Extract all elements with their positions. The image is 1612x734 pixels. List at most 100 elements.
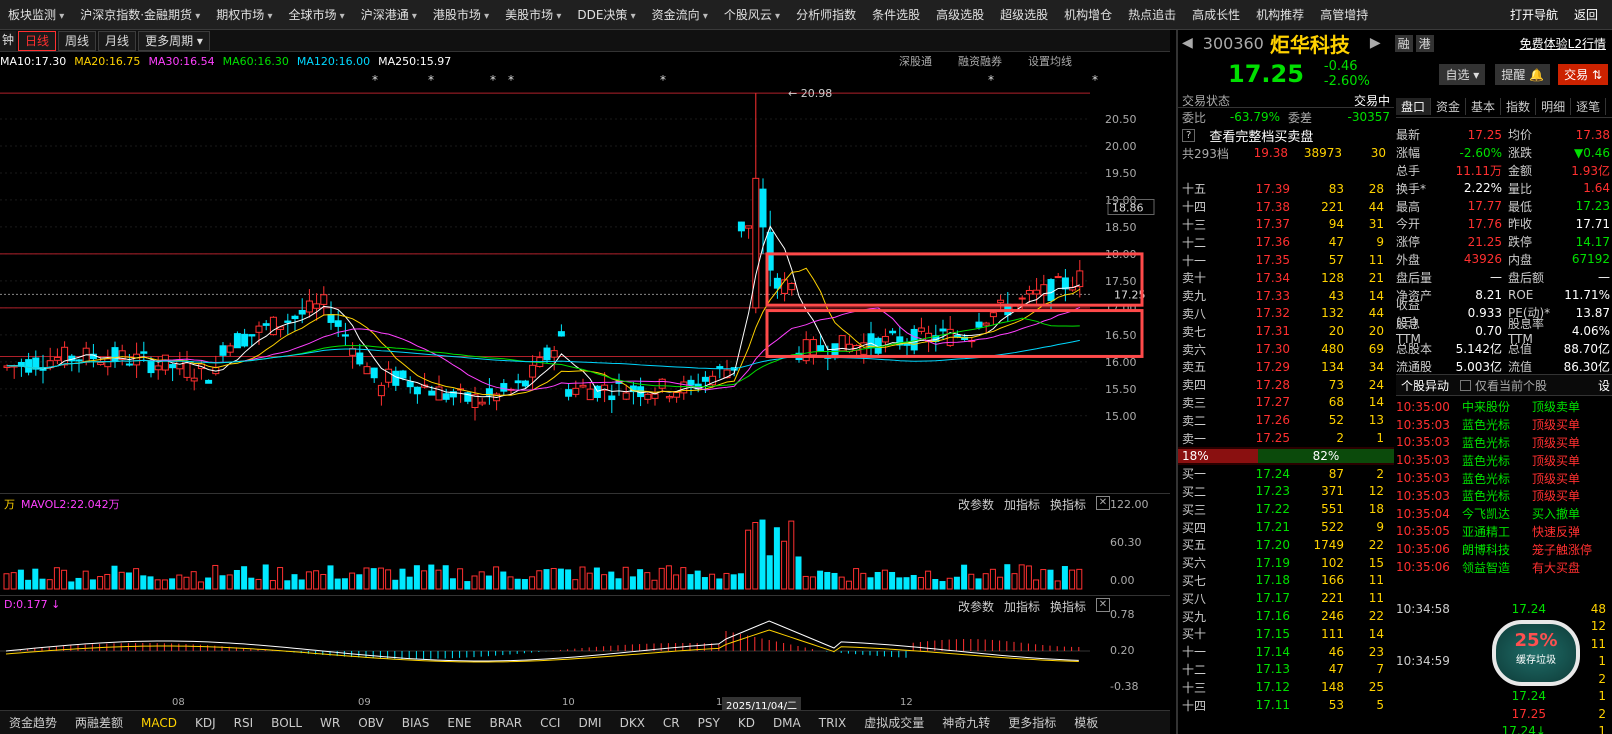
menu-item-2[interactable]: 期权市场 [208,0,280,29]
indicator-tab-20[interactable]: 神奇九转 [933,714,999,731]
quote-tab-4[interactable]: 明细 [1536,98,1572,115]
alert-row[interactable]: 10:35:00 中来股份 顶级卖单 [1396,398,1612,416]
menu-item-16[interactable]: 高成长性 [1184,0,1248,29]
menu-item-15[interactable]: 热点追击 [1120,0,1184,29]
full-book-link[interactable]: 查看完整档买卖盘 [1209,126,1313,145]
full-book-row[interactable]: ? 查看完整档买卖盘 [1178,126,1394,145]
indicator-tab-2[interactable]: MACD [132,716,186,730]
alert-row[interactable]: 10:35:06 朗博科技 笼子触涨停 [1396,540,1612,558]
menu-item-17[interactable]: 机构推荐 [1248,0,1312,29]
bid-row[interactable]: 买三 17.22 551 18 [1178,500,1394,518]
indicator-tab-7[interactable]: OBV [349,716,393,730]
alert-row[interactable]: 10:35:03 蓝色光标 顶级买单 [1396,416,1612,434]
ask-row[interactable]: 卖二 17.26 52 13 [1178,411,1394,429]
vol-add-indicator-button[interactable]: 加指标 [1004,496,1040,513]
period-week-tab[interactable]: 周线 [58,30,97,51]
alert-button[interactable]: 提醒 🔔 [1495,63,1551,85]
menu-item-0[interactable]: 板块监测 [0,0,72,29]
menu-item-9[interactable]: 个股风云 [716,0,788,29]
close-icon[interactable]: ✕ [1096,496,1110,510]
ask-row[interactable]: 十一 17.35 57 11 [1178,251,1394,269]
bid-row[interactable]: 买六 17.19 102 15 [1178,554,1394,572]
close-icon[interactable]: ✕ [1096,598,1110,612]
bid-row[interactable]: 十二 17.13 47 7 [1178,661,1394,679]
indicator-tab-6[interactable]: WR [311,716,349,730]
alert-row[interactable]: 10:35:06 领益智造 有大买盘 [1396,558,1612,576]
menu-item-8[interactable]: 资金流向 [644,0,716,29]
indicator-tab-1[interactable]: 两融差额 [66,714,132,731]
menu-item-18[interactable]: 高管增持 [1312,0,1376,29]
indicator-tab-19[interactable]: 虚拟成交量 [855,714,933,731]
more-periods-dropdown[interactable]: 更多周期 ▾ [138,30,210,51]
vol-change-param-button[interactable]: 改参数 [958,496,994,513]
ask-row[interactable]: 十四 17.38 221 44 [1178,198,1394,216]
bid-row[interactable]: 买八 17.17 221 11 [1178,589,1394,607]
quote-tab-2[interactable]: 基本 [1466,98,1502,115]
trade-button[interactable]: 交易 ⇅ [1558,63,1608,85]
menu-item-4[interactable]: 沪深港通 [353,0,425,29]
ma-right-link-1[interactable]: 融资融券 [958,53,1002,69]
menu-item-13[interactable]: 超级选股 [992,0,1056,29]
menu-item-14[interactable]: 机构增仓 [1056,0,1120,29]
bid-row[interactable]: 买七 17.18 166 11 [1178,572,1394,590]
bid-row[interactable]: 十四 17.11 53 5 [1178,696,1394,714]
indicator-tab-16[interactable]: KD [729,716,764,730]
macd-change-param-button[interactable]: 改参数 [958,598,994,615]
indicator-tab-18[interactable]: TRIX [810,716,855,730]
alert-row[interactable]: 10:35:03 蓝色光标 顶级买单 [1396,434,1612,452]
bid-row[interactable]: 买一 17.24 87 2 [1178,465,1394,483]
bid-row[interactable]: 买五 17.20 1749 22 [1178,536,1394,554]
alerts-settings-button[interactable]: 设 [1598,377,1610,394]
indicator-tab-11[interactable]: CCI [531,716,569,730]
ask-row[interactable]: 卖四 17.28 73 24 [1178,376,1394,394]
vol-switch-indicator-button[interactable]: 换指标 [1050,496,1086,513]
bid-row[interactable]: 十三 17.12 148 25 [1178,678,1394,696]
quote-tab-3[interactable]: 指数 [1501,98,1537,115]
alert-row[interactable]: 10:35:03 蓝色光标 顶级买单 [1396,451,1612,469]
watchlist-dropdown[interactable]: 自选 ▾ [1439,63,1486,85]
ask-row[interactable]: 卖三 17.27 68 14 [1178,394,1394,412]
indicator-tab-9[interactable]: ENE [438,716,480,730]
indicator-tab-17[interactable]: DMA [764,716,810,730]
bid-row[interactable]: 十一 17.14 46 23 [1178,643,1394,661]
menu-item-11[interactable]: 条件选股 [864,0,928,29]
indicator-tab-5[interactable]: BOLL [262,716,311,730]
menu-item-6[interactable]: 美股市场 [497,0,569,29]
indicator-tab-14[interactable]: CR [654,716,689,730]
indicator-tab-8[interactable]: BIAS [393,716,439,730]
alert-row[interactable]: 10:35:04 今飞凯达 买入撤单 [1396,505,1612,523]
ask-row[interactable]: 卖九 17.33 43 14 [1178,287,1394,305]
ask-row[interactable]: 卖六 17.30 480 69 [1178,340,1394,358]
next-stock-icon[interactable]: ▶ [1370,35,1381,51]
alert-row[interactable]: 10:35:03 蓝色光标 顶级买单 [1396,487,1612,505]
ask-row[interactable]: 卖七 17.31 20 20 [1178,322,1394,340]
help-icon[interactable]: ? [1182,128,1196,142]
indicator-tab-10[interactable]: BRAR [481,716,532,730]
menu-item-3[interactable]: 全球市场 [280,0,352,29]
ask-row[interactable]: 十三 17.37 94 31 [1178,216,1394,234]
current-stock-checkbox[interactable] [1460,379,1472,391]
ask-row[interactable]: 卖八 17.32 132 44 [1178,305,1394,323]
quote-tab-1[interactable]: 资金 [1431,98,1467,115]
indicator-tab-0[interactable]: 资金趋势 [0,714,66,731]
bid-row[interactable]: 买四 17.21 522 9 [1178,518,1394,536]
indicator-tab-22[interactable]: 模板 [1065,714,1107,731]
indicator-tab-3[interactable]: KDJ [186,716,225,730]
ask-row[interactable]: 卖五 17.29 134 34 [1178,358,1394,376]
menu-item-5[interactable]: 港股市场 [425,0,497,29]
indicator-tab-4[interactable]: RSI [225,716,263,730]
macd-panel[interactable]: 0.78 0.20 -0.38 D:0.177 ↓ 改参数 加指标 换指标 ✕ [0,595,1170,697]
alert-row[interactable]: 10:35:05 亚通精工 快速反弹 [1396,523,1612,541]
indicator-tab-13[interactable]: DKX [611,716,654,730]
cache-cleaner-widget[interactable]: 25% 缓存垃圾 [1492,620,1580,686]
ask-row[interactable]: 十五 17.39 83 28 [1178,180,1394,198]
period-day-tab[interactable]: 日线 [18,30,57,51]
indicator-tab-21[interactable]: 更多指标 [999,714,1065,731]
indicator-tab-12[interactable]: DMI [569,716,610,730]
indicator-tab-15[interactable]: PSY [689,716,729,730]
period-month-tab[interactable]: 月线 [98,30,137,51]
quote-tab-0[interactable]: 盘口 [1396,98,1432,115]
menu-item-1[interactable]: 沪深京指数·金融期货 [72,0,208,29]
candlestick-chart[interactable]: 20.50 20.00 19.50 19.00 18.50 18.00 17.50 17.00… [0,70,1170,490]
menu-item-12[interactable]: 高级选股 [928,0,992,29]
